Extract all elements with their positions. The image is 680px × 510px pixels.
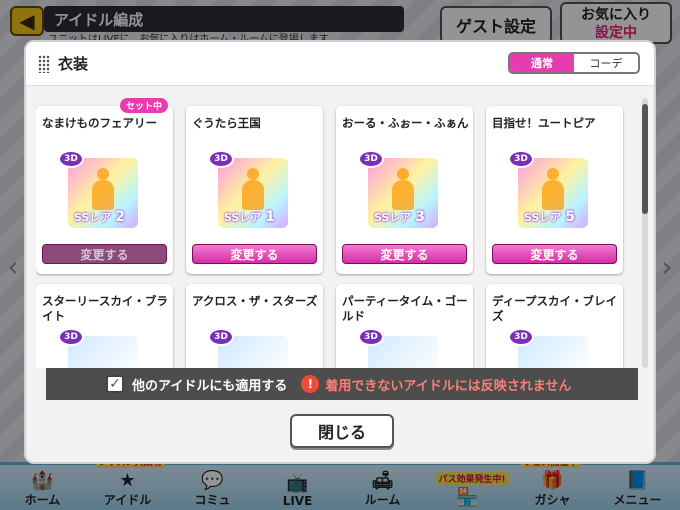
costume-thumbnail: 3D <box>358 328 438 368</box>
costume-thumbnail: 3D <box>58 328 138 368</box>
rarity-label: SSレア 1 <box>224 209 275 225</box>
rarity-label: SSレア 2 <box>74 209 125 225</box>
rarity-number: 5 <box>565 209 575 225</box>
costume-grid: セット中 なまけものフェアリー 3D SSレア 2 変更する ぐうたら王国 3D S… <box>36 98 636 368</box>
rarity-number: 1 <box>265 209 275 225</box>
change-button[interactable]: 変更する <box>192 244 317 264</box>
costume-modal: 衣装 通常 コーデ セット中 なまけものフェアリー 3D SSレア 2 変更するぐ… <box>24 40 656 464</box>
costume-card[interactable]: おーる・ふぉー・ふぁん 3D SSレア 3 変更する <box>336 106 473 274</box>
grip-icon <box>38 55 50 73</box>
costume-name: なまけものフェアリー <box>42 116 157 130</box>
idol-silhouette-icon <box>240 168 266 210</box>
costume-thumbnail: 3D <box>508 328 588 368</box>
costume-thumbnail: 3D SSレア 1 <box>208 150 288 228</box>
idol-silhouette-icon <box>90 168 116 210</box>
costume-card[interactable]: アクロス・ザ・スターズ 3D <box>186 284 323 368</box>
warning-icon: ! <box>301 375 320 393</box>
scrollbar-thumb[interactable] <box>642 104 648 214</box>
change-button[interactable]: 変更する <box>492 244 617 264</box>
costume-card[interactable]: ディープスカイ・ブレイズ 3D <box>486 284 623 368</box>
chevron-left-icon[interactable]: ‹ <box>4 248 22 284</box>
costume-name: アクロス・ザ・スターズ <box>192 294 318 308</box>
idol-silhouette-icon <box>540 168 566 210</box>
change-button: 変更する <box>42 244 167 264</box>
apply-all-row: ✓ 他のアイドルにも適用する ! 着用できないアイドルには反映されません <box>46 368 638 400</box>
costume-name: ぐうたら王国 <box>192 116 261 130</box>
costume-card[interactable]: セット中なまけものフェアリー 3D SSレア 2 変更する <box>36 98 173 274</box>
3d-badge: 3D <box>58 328 84 346</box>
costume-card[interactable]: パーティータイム・ゴールド 3D <box>336 284 473 368</box>
idol-silhouette-icon <box>390 168 416 210</box>
costume-thumbnail: 3D SSレア 5 <box>508 150 588 228</box>
close-button[interactable]: 閉じる <box>290 414 394 448</box>
apply-all-checkbox[interactable]: ✓ <box>106 375 124 393</box>
rarity-text: SSレア <box>374 211 412 224</box>
costume-thumbnail: 3D <box>208 328 288 368</box>
rarity-number: 2 <box>115 209 125 225</box>
costume-thumbnail: 3D SSレア 2 <box>58 150 138 228</box>
modal-title: 衣装 <box>58 55 89 73</box>
rarity-label: SSレア 5 <box>524 209 575 225</box>
3d-badge: 3D <box>58 150 84 168</box>
3d-badge: 3D <box>358 328 384 346</box>
modal-header: 衣装 通常 コーデ <box>26 42 654 86</box>
3d-badge: 3D <box>208 328 234 346</box>
costume-card[interactable]: スターリースカイ・ブライト 3D <box>36 284 173 368</box>
costume-thumbnail: 3D SSレア 3 <box>358 150 438 228</box>
costume-name: パーティータイム・ゴールド <box>342 294 468 323</box>
costume-name: 目指せ！ユートピア <box>492 116 596 130</box>
tab-coordinate[interactable]: コーデ <box>574 54 638 72</box>
costume-card[interactable]: ぐうたら王国 3D SSレア 1 変更する <box>186 106 323 274</box>
rarity-text: SSレア <box>224 211 262 224</box>
costume-name: スターリースカイ・ブライト <box>42 294 168 323</box>
costume-name: おーる・ふぉー・ふぁん <box>342 116 469 130</box>
3d-badge: 3D <box>508 328 534 346</box>
rarity-text: SSレア <box>74 211 112 224</box>
apply-all-label[interactable]: 他のアイドルにも適用する <box>132 375 287 394</box>
rarity-number: 3 <box>415 209 425 225</box>
costume-name: ディープスカイ・ブレイズ <box>492 294 618 323</box>
3d-badge: 3D <box>508 150 534 168</box>
tab-normal[interactable]: 通常 <box>510 54 574 72</box>
costume-tab-switch: 通常 コーデ <box>508 52 640 74</box>
warning-text: 着用できないアイドルには反映されません <box>325 378 572 394</box>
scrollbar[interactable] <box>642 98 648 368</box>
change-button[interactable]: 変更する <box>342 244 467 264</box>
rarity-label: SSレア 3 <box>374 209 425 225</box>
3d-badge: 3D <box>358 150 384 168</box>
rarity-text: SSレア <box>524 211 562 224</box>
costume-card[interactable]: 目指せ！ユートピア 3D SSレア 5 変更する <box>486 106 623 274</box>
chevron-right-icon[interactable]: › <box>658 248 676 284</box>
3d-badge: 3D <box>208 150 234 168</box>
equipped-badge: セット中 <box>120 98 169 113</box>
